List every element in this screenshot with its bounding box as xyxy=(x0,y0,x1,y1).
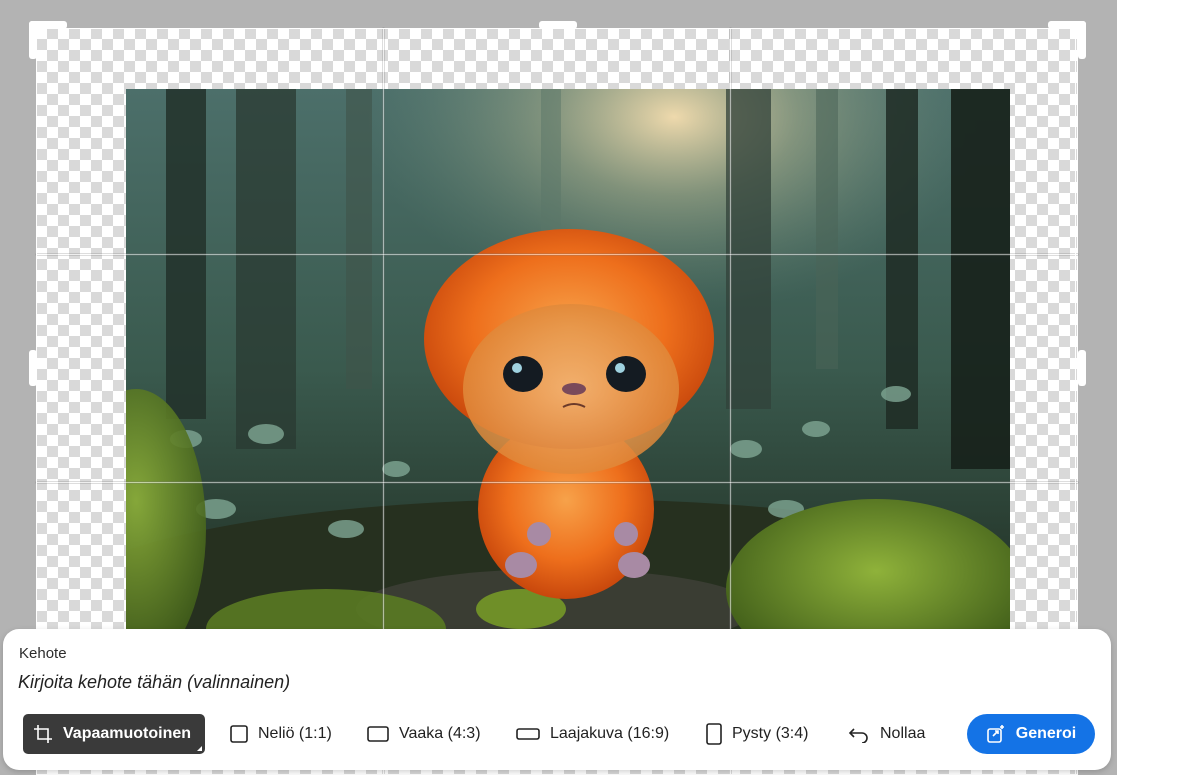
widescreen-rect-icon xyxy=(516,726,540,742)
aspect-option-portrait[interactable]: Pysty (3:4) xyxy=(706,714,808,754)
generative-expand-panel: Kehote Vapaamuotoinen Neliö (1:1) Vaaka … xyxy=(3,629,1111,770)
reset-label: Nollaa xyxy=(880,725,926,742)
prompt-input[interactable] xyxy=(18,667,918,697)
aspect-option-label: Pysty (3:4) xyxy=(732,725,809,742)
square-icon xyxy=(230,725,248,743)
crop-icon xyxy=(33,724,53,744)
aspect-option-label: Neliö (1:1) xyxy=(258,725,332,742)
aspect-option-landscape[interactable]: Vaaka (4:3) xyxy=(367,714,481,754)
aspect-option-square[interactable]: Neliö (1:1) xyxy=(230,714,332,754)
aspect-option-widescreen[interactable]: Laajakuva (16:9) xyxy=(516,714,669,754)
generate-label: Generoi xyxy=(1015,725,1077,742)
aspect-option-label: Vaaka (4:3) xyxy=(399,725,481,742)
generate-button[interactable]: Generoi xyxy=(967,714,1095,754)
undo-icon xyxy=(848,725,870,743)
dropdown-corner-indicator xyxy=(197,746,203,751)
crop-handle-top-right[interactable] xyxy=(1078,21,1086,59)
aspect-option-label: Vapaamuotoinen xyxy=(63,725,192,742)
aspect-option-label: Laajakuva (16:9) xyxy=(550,725,670,742)
generative-expand-icon xyxy=(986,724,1006,744)
aspect-option-freeform[interactable]: Vapaamuotoinen xyxy=(23,714,206,754)
crop-handle-top[interactable] xyxy=(539,21,577,29)
crop-handle-right[interactable] xyxy=(1078,350,1086,386)
crop-handle-top-left[interactable] xyxy=(29,21,37,59)
crop-handle-left[interactable] xyxy=(29,350,37,386)
reset-button[interactable]: Nollaa xyxy=(848,714,925,754)
prompt-label: Kehote xyxy=(19,645,67,662)
aspect-ratio-toolbar: Vapaamuotoinen Neliö (1:1) Vaaka (4:3) L… xyxy=(23,714,1095,754)
portrait-rect-icon xyxy=(706,723,722,745)
landscape-rect-icon xyxy=(367,725,389,743)
